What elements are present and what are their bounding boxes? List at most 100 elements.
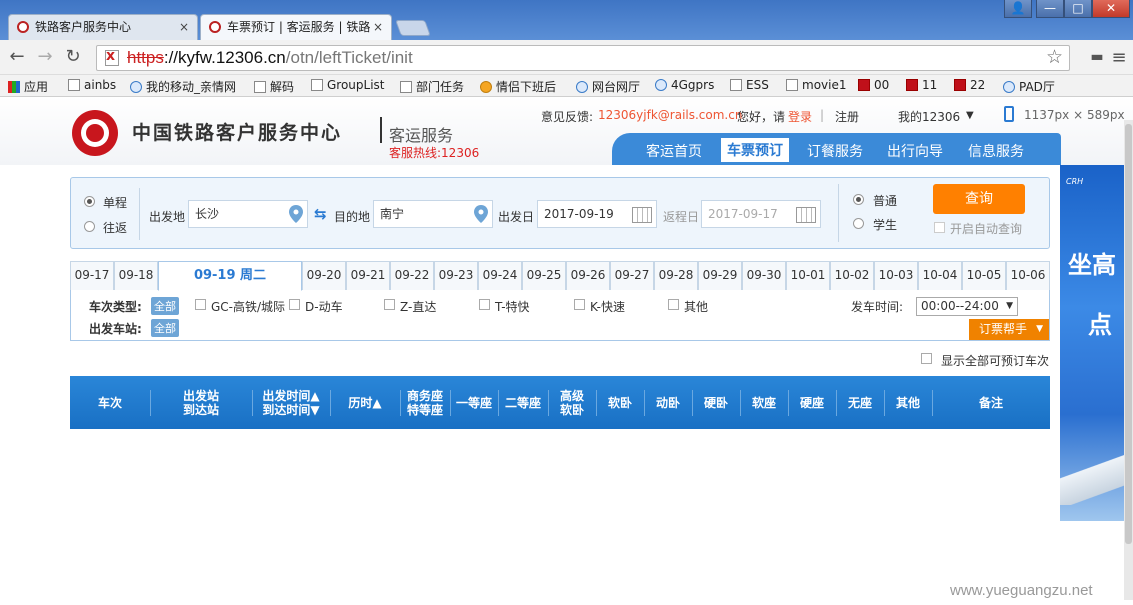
bookmark-item[interactable]: 解码 bbox=[254, 78, 294, 95]
station-all-button[interactable]: 全部 bbox=[151, 319, 179, 337]
feedback-email-link[interactable]: 12306yjfk@rails.com.cn bbox=[598, 108, 742, 122]
maximize-button[interactable]: □ bbox=[1064, 0, 1092, 18]
profile-icon[interactable]: 👤 bbox=[1004, 0, 1032, 18]
column-header-line: 无座 bbox=[847, 395, 872, 410]
z-checkbox[interactable] bbox=[384, 299, 395, 310]
date-tab[interactable]: 10-05 bbox=[962, 261, 1006, 290]
bookmark-item[interactable]: 00 bbox=[858, 78, 889, 92]
depart-time-select[interactable]: 00:00--24:00 ▼ bbox=[916, 297, 1018, 316]
date-tab[interactable]: 09-21 bbox=[346, 261, 390, 290]
depart-date-input[interactable]: 2017-09-19 bbox=[537, 200, 657, 228]
tab-close-icon[interactable]: × bbox=[373, 15, 383, 39]
bookmark-item[interactable]: ESS bbox=[730, 78, 769, 92]
forward-arrow-icon[interactable]: → bbox=[34, 46, 56, 67]
bookmark-item[interactable]: PAD厅 bbox=[1003, 78, 1055, 95]
bookmark-item[interactable]: 情侣下班后 bbox=[480, 78, 556, 95]
column-header[interactable]: 出发时间▲ 到达时间▼ bbox=[252, 376, 330, 429]
booking-helper-button[interactable]: 订票帮手 ▼ bbox=[969, 319, 1049, 340]
date-tab[interactable]: 09-26 bbox=[566, 261, 610, 290]
gc-checkbox[interactable] bbox=[195, 299, 206, 310]
return-date-input[interactable]: 2017-09-17 bbox=[701, 200, 821, 228]
register-link[interactable]: 注册 bbox=[835, 108, 859, 125]
column-separator bbox=[548, 390, 549, 416]
calendar-icon[interactable] bbox=[796, 207, 816, 223]
menu-icon[interactable]: ≡ bbox=[1108, 47, 1130, 68]
extension-icon[interactable]: ▬ bbox=[1086, 49, 1108, 65]
auto-query-checkbox[interactable] bbox=[934, 222, 945, 233]
column-separator bbox=[884, 390, 885, 416]
address-bar[interactable]: x https://kyfw.12306.cn/otn/leftTicket/i… bbox=[96, 45, 1070, 71]
date-tab[interactable]: 10-03 bbox=[874, 261, 918, 290]
tab-close-icon[interactable]: × bbox=[179, 15, 189, 39]
bookmark-item[interactable]: ainbs bbox=[68, 78, 116, 92]
round-trip-radio[interactable] bbox=[84, 221, 95, 232]
reload-icon[interactable]: ↻ bbox=[62, 46, 84, 67]
swap-stations-icon[interactable]: ⇆ bbox=[314, 205, 332, 223]
column-separator bbox=[330, 390, 331, 416]
date-tab[interactable]: 09-30 bbox=[742, 261, 786, 290]
date-tab[interactable]: 10-04 bbox=[918, 261, 962, 290]
back-arrow-icon[interactable]: ← bbox=[6, 46, 28, 67]
to-station-input[interactable]: 南宁 bbox=[373, 200, 493, 228]
bookmark-apps[interactable]: 应用 bbox=[8, 78, 48, 95]
nav-ticket-booking[interactable]: 车票预订 bbox=[721, 138, 789, 162]
bookmark-item[interactable]: 部门任务 bbox=[400, 78, 464, 95]
date-tab[interactable]: 10-06 bbox=[1006, 261, 1050, 290]
k-checkbox[interactable] bbox=[574, 299, 585, 310]
page-scrollbar[interactable] bbox=[1124, 120, 1133, 600]
from-station-input[interactable]: 长沙 bbox=[188, 200, 308, 228]
new-tab-button[interactable] bbox=[395, 20, 431, 36]
bookmark-star-icon[interactable]: ☆ bbox=[1046, 46, 1063, 68]
date-tab[interactable]: 09-27 bbox=[610, 261, 654, 290]
date-tab[interactable]: 09-29 bbox=[698, 261, 742, 290]
bookmark-item[interactable]: movie1 bbox=[786, 78, 846, 92]
other-checkbox[interactable] bbox=[668, 299, 679, 310]
close-window-button[interactable]: ✕ bbox=[1092, 0, 1130, 18]
date-tab[interactable]: 09-17 bbox=[70, 261, 114, 290]
nav-travel-guide[interactable]: 出行向导 bbox=[887, 141, 943, 161]
bookmark-item[interactable]: 网台网厅 bbox=[576, 78, 640, 95]
date-tab[interactable]: 09-19 周二 bbox=[158, 261, 302, 291]
date-tab[interactable]: 09-23 bbox=[434, 261, 478, 290]
date-tab[interactable]: 09-25 bbox=[522, 261, 566, 290]
chevron-down-icon: ▼ bbox=[1036, 324, 1043, 334]
date-tab[interactable]: 09-28 bbox=[654, 261, 698, 290]
bookmark-item[interactable]: 我的移动_亲情网 bbox=[130, 78, 236, 95]
date-tab[interactable]: 09-20 bbox=[302, 261, 346, 290]
t-checkbox[interactable] bbox=[479, 299, 490, 310]
ad-headline: 坐高 bbox=[1068, 251, 1116, 279]
show-all-checkbox[interactable] bbox=[921, 353, 932, 364]
nav-home[interactable]: 客运首页 bbox=[646, 141, 702, 161]
my12306-menu[interactable]: 我的12306 bbox=[898, 108, 960, 125]
student-ticket-radio[interactable] bbox=[853, 218, 864, 229]
date-tab[interactable]: 09-24 bbox=[478, 261, 522, 290]
calendar-icon[interactable] bbox=[632, 207, 652, 223]
nav-catering[interactable]: 订餐服务 bbox=[807, 141, 863, 161]
railway-logo-icon[interactable] bbox=[72, 110, 118, 156]
login-link[interactable]: 登录 bbox=[788, 108, 812, 125]
query-button[interactable]: 查询 bbox=[933, 184, 1025, 214]
date-tab[interactable]: 10-02 bbox=[830, 261, 874, 290]
tab-ticket-booking[interactable]: 车票预订 | 客运服务 | 铁路 × bbox=[200, 14, 392, 40]
date-tab[interactable]: 10-01 bbox=[786, 261, 830, 290]
date-tab[interactable]: 09-22 bbox=[390, 261, 434, 290]
bookmark-label: PAD厅 bbox=[1019, 80, 1055, 94]
depart-time-value: 00:00--24:00 bbox=[921, 299, 999, 313]
tab-railway-home[interactable]: 铁路客户服务中心 × bbox=[8, 14, 198, 40]
one-way-radio[interactable] bbox=[84, 196, 95, 207]
bookmark-item[interactable]: 11 bbox=[906, 78, 937, 92]
chevron-down-icon[interactable]: ▼ bbox=[966, 110, 974, 121]
d-checkbox[interactable] bbox=[289, 299, 300, 310]
bookmark-item[interactable]: 4Ggprs bbox=[655, 78, 714, 92]
date-tab[interactable]: 09-18 bbox=[114, 261, 158, 290]
bookmark-item[interactable]: 22 bbox=[954, 78, 985, 92]
ad-banner[interactable]: CRH 坐高 点 bbox=[1060, 165, 1133, 521]
column-header[interactable]: 历时▲ bbox=[330, 376, 400, 429]
scrollbar-thumb[interactable] bbox=[1125, 124, 1132, 544]
adult-ticket-radio[interactable] bbox=[853, 194, 864, 205]
bookmark-item[interactable]: GroupList bbox=[311, 78, 385, 92]
minimize-button[interactable]: — bbox=[1036, 0, 1064, 18]
mobile-phone-icon[interactable] bbox=[1004, 106, 1014, 122]
train-type-all-button[interactable]: 全部 bbox=[151, 297, 179, 315]
nav-info-service[interactable]: 信息服务 bbox=[968, 141, 1024, 161]
